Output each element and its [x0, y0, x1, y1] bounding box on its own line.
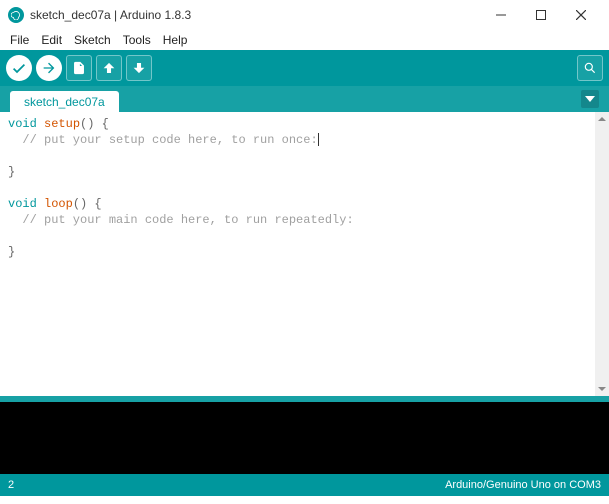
tab-bar: sketch_dec07a: [0, 86, 609, 112]
function-name: loop: [44, 197, 73, 211]
comment: // put your main code here, to run repea…: [8, 213, 354, 227]
code-text: }: [8, 165, 15, 179]
serial-monitor-button[interactable]: [577, 55, 603, 81]
tab-menu-button[interactable]: [581, 90, 599, 108]
sketch-tab[interactable]: sketch_dec07a: [10, 91, 119, 112]
save-button[interactable]: [126, 55, 152, 81]
scroll-track[interactable]: [595, 126, 609, 382]
status-bar: 2 Arduino/Genuino Uno on COM3: [0, 474, 609, 496]
comment: // put your setup code here, to run once…: [8, 133, 318, 147]
minimize-button[interactable]: [481, 1, 521, 29]
menu-edit[interactable]: Edit: [37, 31, 66, 49]
code-text: () {: [80, 117, 109, 131]
scroll-down-button[interactable]: [595, 382, 609, 396]
title-bar: sketch_dec07a | Arduino 1.8.3: [0, 0, 609, 30]
text-cursor: [318, 133, 319, 146]
menu-sketch[interactable]: Sketch: [70, 31, 115, 49]
menu-help[interactable]: Help: [159, 31, 192, 49]
new-button[interactable]: [66, 55, 92, 81]
open-button[interactable]: [96, 55, 122, 81]
toolbar: [0, 50, 609, 86]
menu-file[interactable]: File: [6, 31, 33, 49]
scroll-up-button[interactable]: [595, 112, 609, 126]
arduino-app-icon: [8, 7, 24, 23]
menu-tools[interactable]: Tools: [119, 31, 155, 49]
verify-button[interactable]: [6, 55, 32, 81]
line-number: 2: [8, 479, 14, 491]
code-text: }: [8, 245, 15, 259]
upload-button[interactable]: [36, 55, 62, 81]
menu-bar: File Edit Sketch Tools Help: [0, 30, 609, 50]
keyword: void: [8, 117, 37, 131]
window-title: sketch_dec07a | Arduino 1.8.3: [30, 8, 481, 22]
keyword: void: [8, 197, 37, 211]
maximize-button[interactable]: [521, 1, 561, 29]
vertical-scrollbar[interactable]: [595, 112, 609, 396]
close-button[interactable]: [561, 1, 601, 29]
board-info: Arduino/Genuino Uno on COM3: [445, 479, 601, 491]
code-editor[interactable]: void setup() { // put your setup code he…: [0, 112, 595, 396]
console-output[interactable]: [0, 402, 609, 474]
editor-area: void setup() { // put your setup code he…: [0, 112, 609, 396]
function-name: setup: [44, 117, 80, 131]
code-text: () {: [73, 197, 102, 211]
window-controls: [481, 1, 601, 29]
